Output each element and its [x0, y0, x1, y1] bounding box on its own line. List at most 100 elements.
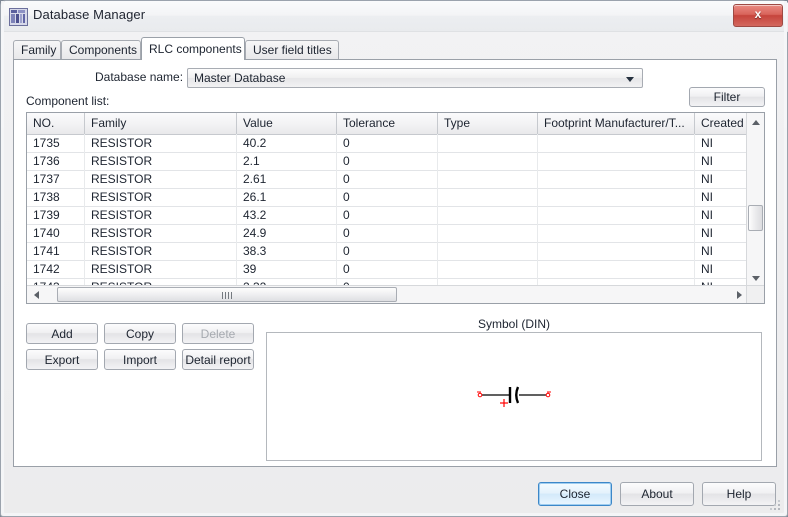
- table-cell-value: 2.61: [237, 170, 337, 188]
- grid-horizontal-scrollbar[interactable]: [27, 285, 747, 303]
- scroll-down-button[interactable]: [747, 269, 764, 286]
- scroll-left-button[interactable]: [27, 286, 44, 303]
- table-cell-value: 26.1: [237, 188, 337, 206]
- table-cell-no: 1736: [27, 152, 85, 170]
- table-cell-created-by: NI: [695, 242, 749, 260]
- table-cell-created-by: NI: [695, 206, 749, 224]
- table-cell-created-by: NI: [695, 224, 749, 242]
- help-button[interactable]: Help: [702, 482, 776, 506]
- table-cell-tolerance: 0: [337, 134, 438, 152]
- table-row[interactable]: 1742 RESISTOR 39 0 NI: [27, 260, 764, 279]
- database-name-combobox[interactable]: Master Database: [187, 68, 643, 88]
- grid-column-header[interactable]: Created By: [695, 113, 749, 134]
- table-row[interactable]: 1735 RESISTOR 40.2 0 NI: [27, 134, 764, 153]
- filter-button[interactable]: Filter: [689, 87, 765, 107]
- table-cell-created-by: NI: [695, 188, 749, 206]
- tab-user-field-titles[interactable]: User field titles: [245, 40, 339, 59]
- table-cell-footprint: [538, 260, 695, 278]
- table-cell-footprint: [538, 188, 695, 206]
- import-button[interactable]: Import: [104, 349, 176, 370]
- table-cell-footprint: [538, 242, 695, 260]
- table-row[interactable]: 1737 RESISTOR 2.61 0 NI: [27, 170, 764, 189]
- table-cell-family: RESISTOR: [85, 260, 237, 278]
- table-cell-family: RESISTOR: [85, 152, 237, 170]
- table-row[interactable]: 1741 RESISTOR 38.3 0 NI: [27, 242, 764, 261]
- table-cell-no: 1742: [27, 260, 85, 278]
- table-cell-type: [438, 242, 538, 260]
- database-name-label: Database name:: [95, 70, 184, 84]
- table-cell-no: 1741: [27, 242, 85, 260]
- table-cell-value: 43.2: [237, 206, 337, 224]
- table-cell-value: 40.2: [237, 134, 337, 152]
- table-cell-footprint: [538, 224, 695, 242]
- table-row[interactable]: 1739 RESISTOR 43.2 0 NI: [27, 206, 764, 225]
- table-cell-tolerance: 0: [337, 242, 438, 260]
- table-cell-tolerance: 0: [337, 188, 438, 206]
- table-cell-value: 38.3: [237, 242, 337, 260]
- component-list-grid[interactable]: NO. Family Value Tolerance Type Footprint Man…: [26, 112, 765, 304]
- table-cell-type: [438, 188, 538, 206]
- tab-components[interactable]: Components: [61, 40, 141, 59]
- grid-column-header[interactable]: Footprint Manufacturer/T...: [538, 113, 695, 134]
- close-button[interactable]: Close: [538, 482, 612, 506]
- table-cell-created-by: NI: [695, 134, 749, 152]
- table-row[interactable]: 1736 RESISTOR 2.1 0 NI: [27, 152, 764, 171]
- grid-column-header[interactable]: Value: [237, 113, 337, 134]
- table-cell-no: 1737: [27, 170, 85, 188]
- table-cell-type: [438, 134, 538, 152]
- table-cell-no: 1740: [27, 224, 85, 242]
- grid-rows: 1735 RESISTOR 40.2 0 NI 1736 RESISTOR 2.1 0 NI 173…: [27, 134, 764, 303]
- database-manager-window: Database Manager x Family Components RLC c…: [0, 0, 788, 517]
- chevron-down-icon: [626, 77, 634, 82]
- copy-button[interactable]: Copy: [104, 323, 176, 344]
- database-name-value: Master Database: [194, 71, 286, 85]
- table-cell-tolerance: 0: [337, 206, 438, 224]
- table-cell-footprint: [538, 152, 695, 170]
- tab-family[interactable]: Family: [13, 40, 61, 59]
- table-cell-created-by: NI: [695, 152, 749, 170]
- scrollbar-corner: [746, 285, 764, 303]
- table-cell-family: RESISTOR: [85, 134, 237, 152]
- table-cell-tolerance: 0: [337, 152, 438, 170]
- table-cell-tolerance: 0: [337, 224, 438, 242]
- table-cell-created-by: NI: [695, 260, 749, 278]
- table-cell-footprint: [538, 206, 695, 224]
- table-row[interactable]: 1738 RESISTOR 26.1 0 NI: [27, 188, 764, 207]
- vertical-scroll-thumb[interactable]: [748, 205, 763, 231]
- tab-rlc-components[interactable]: RLC components: [141, 37, 245, 60]
- table-cell-family: RESISTOR: [85, 224, 237, 242]
- grid-column-header[interactable]: Type: [438, 113, 538, 134]
- table-cell-tolerance: 0: [337, 260, 438, 278]
- table-cell-created-by: NI: [695, 170, 749, 188]
- title-bar: Database Manager x: [1, 1, 788, 32]
- table-cell-family: RESISTOR: [85, 206, 237, 224]
- table-cell-no: 1735: [27, 134, 85, 152]
- horizontal-scroll-thumb[interactable]: [57, 287, 397, 302]
- symbol-group-title: Symbol (DIN): [477, 317, 550, 331]
- table-cell-footprint: [538, 170, 695, 188]
- resize-grip[interactable]: [770, 500, 782, 512]
- add-button[interactable]: Add: [26, 323, 98, 344]
- table-cell-type: [438, 260, 538, 278]
- table-cell-type: [438, 170, 538, 188]
- grid-header-row: NO. Family Value Tolerance Type Footprint Man…: [27, 113, 764, 135]
- grid-column-header[interactable]: Tolerance: [337, 113, 438, 134]
- grid-vertical-scrollbar[interactable]: [746, 113, 764, 286]
- table-cell-no: 1739: [27, 206, 85, 224]
- scroll-right-button[interactable]: [730, 286, 747, 303]
- grid-column-header[interactable]: Family: [85, 113, 237, 134]
- table-cell-no: 1738: [27, 188, 85, 206]
- table-cell-value: 2.1: [237, 152, 337, 170]
- component-list-label: Component list:: [26, 94, 110, 108]
- table-cell-type: [438, 152, 538, 170]
- window-close-button[interactable]: x: [733, 4, 783, 27]
- table-row[interactable]: 1740 RESISTOR 24.9 0 NI: [27, 224, 764, 243]
- export-button[interactable]: Export: [26, 349, 98, 370]
- table-cell-type: [438, 224, 538, 242]
- grid-column-header[interactable]: NO.: [27, 113, 85, 134]
- scroll-up-button[interactable]: [747, 113, 764, 130]
- detail-report-button[interactable]: Detail report: [182, 349, 254, 370]
- table-cell-family: RESISTOR: [85, 170, 237, 188]
- table-cell-tolerance: 0: [337, 170, 438, 188]
- about-button[interactable]: About: [620, 482, 694, 506]
